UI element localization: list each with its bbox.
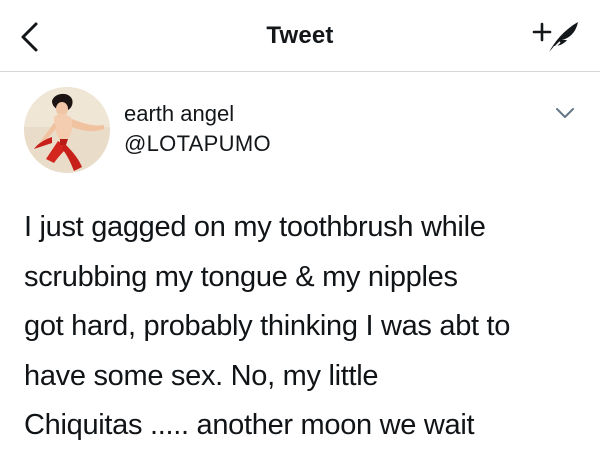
tweet-line: I just gagged on my toothbrush while — [24, 211, 486, 243]
top-navigation-bar: Tweet — [0, 0, 600, 72]
chevron-down-icon[interactable] — [552, 104, 578, 122]
tweet-body: I just gagged on my toothbrush while scr… — [24, 203, 584, 451]
tweet-line: Chiquitas ..... another moon we wait — [24, 409, 475, 441]
tweet-line: scrubbing my tongue & my nipples — [24, 260, 458, 293]
compose-tweet-icon[interactable] — [530, 18, 582, 58]
tweet-line: have some sex. No, my little — [24, 359, 379, 392]
tweet-line: got hard, probably thinking I was abt to — [24, 310, 511, 342]
avatar[interactable] — [24, 87, 110, 173]
author-handle[interactable]: @LOTAPUMO — [124, 131, 271, 157]
author-name[interactable]: earth angel — [124, 101, 234, 127]
page-title: Tweet — [266, 22, 334, 49]
